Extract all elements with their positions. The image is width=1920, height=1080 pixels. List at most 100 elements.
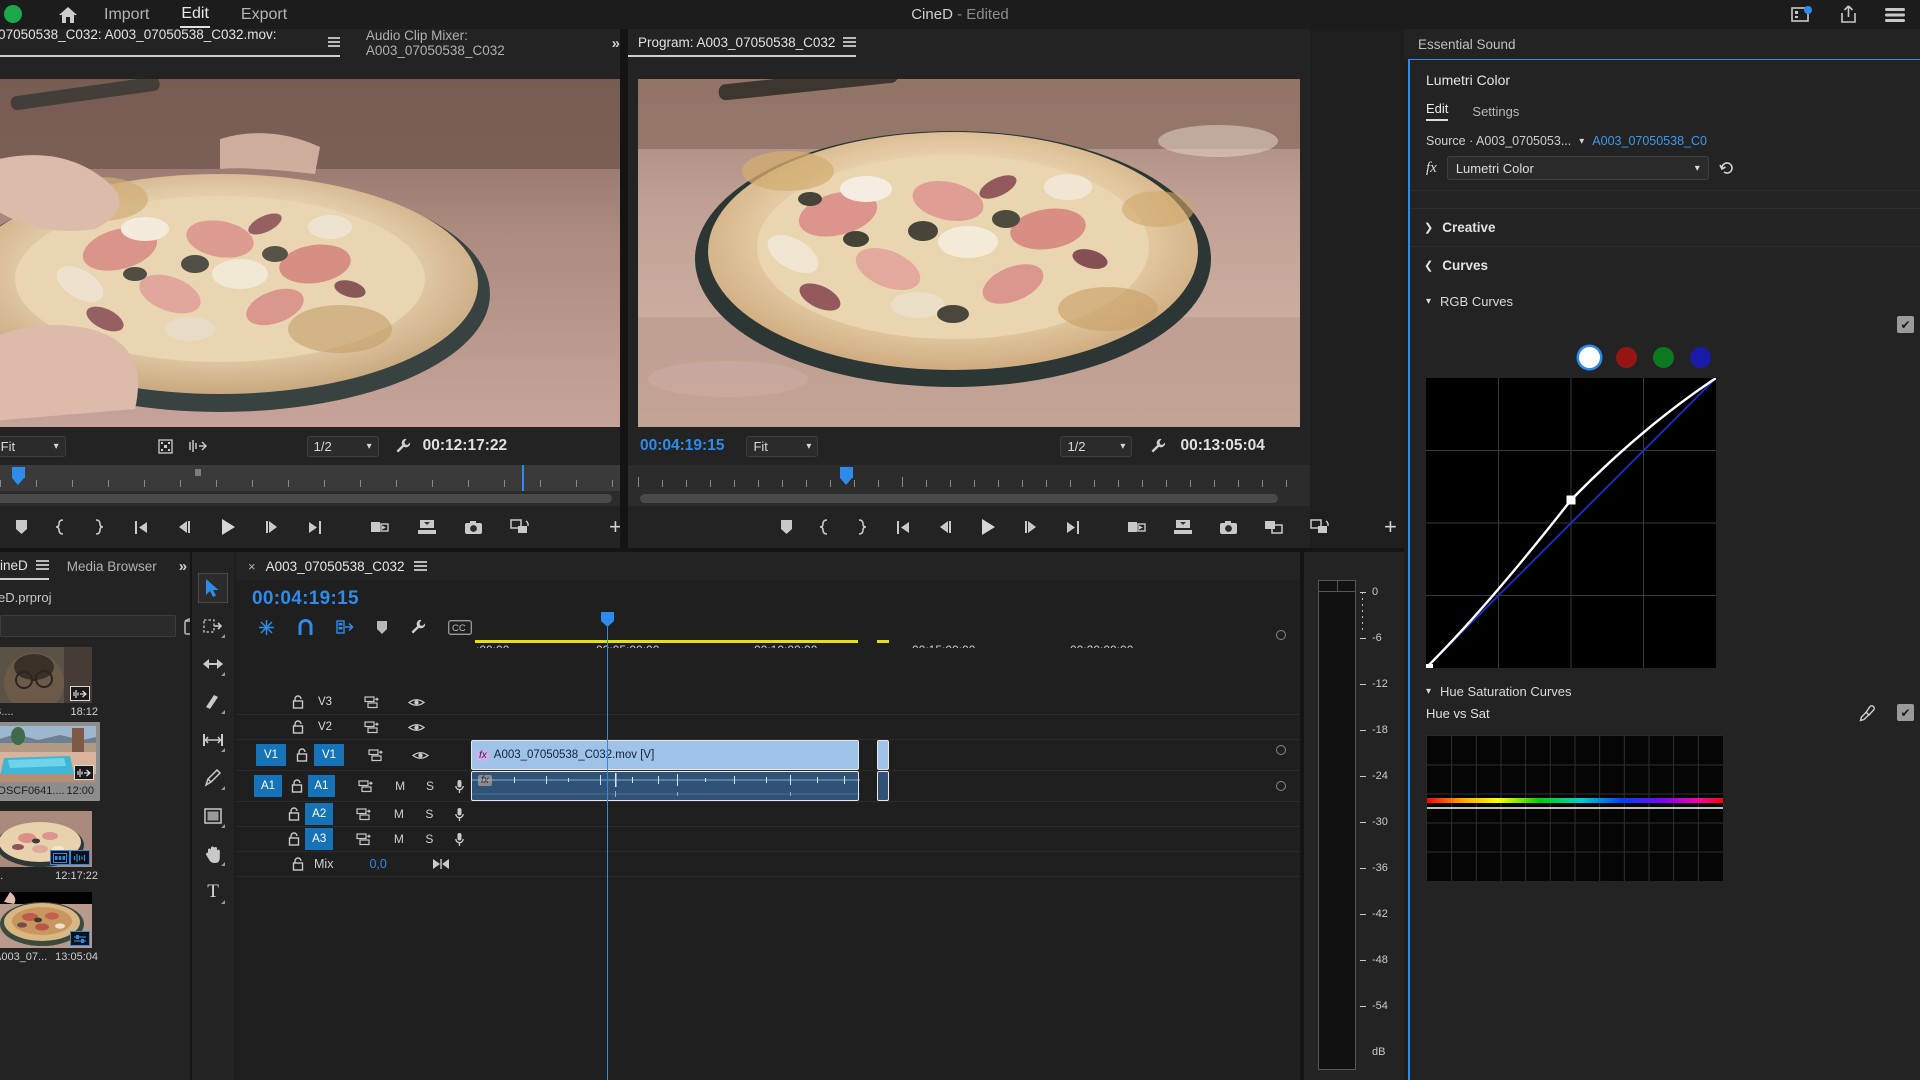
tab-source-monitor[interactable]: urce: A003_07050538_C032: A003_07050538_… xyxy=(0,29,340,57)
program-zoom-select[interactable]: Fit ▾ xyxy=(746,436,818,457)
monitor-divider[interactable] xyxy=(620,29,628,548)
lock-icon[interactable] xyxy=(283,807,305,821)
program-playhead[interactable] xyxy=(840,467,853,484)
selection-tool[interactable] xyxy=(199,574,227,602)
program-resolution-select[interactable]: 1/2 ▾ xyxy=(1060,436,1132,457)
effect-select[interactable]: Lumetri Color ▾ xyxy=(1447,156,1709,180)
drag-video-only-icon[interactable] xyxy=(158,439,173,454)
source-scrollbar[interactable] xyxy=(0,494,612,503)
play-icon[interactable] xyxy=(980,518,996,536)
eyedropper-icon[interactable] xyxy=(1859,705,1876,722)
channel-green-swatch[interactable] xyxy=(1653,347,1674,368)
source-ruler[interactable] xyxy=(0,465,620,491)
track-keyframe-toggle[interactable] xyxy=(1276,781,1286,791)
menu-item-import[interactable]: Import xyxy=(103,3,150,27)
go-to-in-icon[interactable] xyxy=(893,520,911,535)
panel-divider-horizontal[interactable] xyxy=(0,548,1404,552)
hamburger-menu-icon[interactable] xyxy=(1884,7,1906,23)
rectangle-tool[interactable] xyxy=(199,802,227,830)
lock-icon[interactable] xyxy=(283,832,305,846)
tab-edit[interactable]: Edit xyxy=(1426,101,1448,121)
track-keyframe-toggle[interactable] xyxy=(1276,630,1286,640)
eye-icon[interactable] xyxy=(404,722,428,733)
eye-icon[interactable] xyxy=(404,697,428,708)
clip-link[interactable]: A003_07050538_C0 xyxy=(1592,134,1707,148)
razor-tool[interactable] xyxy=(199,688,227,716)
search-input[interactable] xyxy=(0,615,176,637)
ripple-edit-tool[interactable] xyxy=(199,650,227,678)
rgb-curves-graph[interactable] xyxy=(1426,378,1716,668)
comparison-view-icon[interactable] xyxy=(1264,520,1284,535)
panel-menu-icon[interactable] xyxy=(36,560,49,570)
home-icon[interactable] xyxy=(55,2,81,28)
section-creative[interactable]: ❯ Creative xyxy=(1410,208,1920,246)
sync-lock-icon[interactable] xyxy=(353,833,375,846)
panel-menu-icon[interactable] xyxy=(843,37,856,47)
panel-divider-left[interactable] xyxy=(190,552,192,1080)
export-upload-icon[interactable] xyxy=(1839,5,1858,24)
timeline-clip-video-2[interactable] xyxy=(877,740,889,770)
track-row-v2[interactable]: V2 xyxy=(236,715,1304,740)
chevron-down-icon[interactable]: ▾ xyxy=(1579,136,1584,147)
track-name-v2[interactable]: V2 xyxy=(310,721,340,733)
source-duration-timecode[interactable]: 00:12:17:22 xyxy=(423,437,507,455)
go-to-in-icon[interactable] xyxy=(131,520,149,535)
track-name-a2[interactable]: A2 xyxy=(305,803,333,825)
hand-tool[interactable] xyxy=(199,840,227,868)
linked-selection-icon[interactable] xyxy=(336,619,354,635)
track-name-v1[interactable]: V1 xyxy=(314,744,344,766)
program-current-timecode[interactable]: 00:04:19:15 xyxy=(640,437,724,455)
mix-value[interactable]: 0,0 xyxy=(369,857,386,871)
microphone-icon[interactable] xyxy=(449,832,471,847)
step-back-icon[interactable] xyxy=(176,520,193,534)
tab-audio-clip-mixer[interactable]: Audio Clip Mixer: A003_07050538_C032 » xyxy=(340,29,620,57)
section-curves[interactable]: ❮ Curves xyxy=(1410,246,1920,284)
program-ruler[interactable] xyxy=(628,465,1310,491)
list-item[interactable]: A003_07... 13:05:04 xyxy=(0,892,100,963)
track-row-mix[interactable]: Mix 0,0 xyxy=(236,852,1304,877)
source-patch-v1[interactable]: V1 xyxy=(256,744,286,766)
lock-icon[interactable] xyxy=(286,720,310,734)
source-zoom-select[interactable]: Fit ▾ xyxy=(0,436,66,457)
step-forward-icon[interactable] xyxy=(263,520,280,534)
reset-icon[interactable] xyxy=(1719,160,1735,176)
source-scrollbar-zone[interactable] xyxy=(0,491,620,506)
source-video-preview[interactable] xyxy=(0,79,620,427)
solo-button[interactable]: S xyxy=(418,807,440,821)
list-item[interactable]: B.... 18:12 xyxy=(0,647,100,718)
mute-button[interactable]: M xyxy=(388,807,410,821)
timeline-playhead-handle[interactable] xyxy=(601,612,614,627)
track-keyframe-toggle[interactable] xyxy=(1276,745,1286,755)
hue-sat-enable-checkbox[interactable]: ✔ xyxy=(1897,704,1914,721)
step-forward-icon[interactable] xyxy=(1022,520,1039,534)
track-name-a3[interactable]: A3 xyxy=(305,828,333,850)
track-body-a3[interactable] xyxy=(471,827,1304,851)
track-name-a1[interactable]: A1 xyxy=(308,775,335,797)
menu-item-export[interactable]: Export xyxy=(240,3,288,27)
subsection-rgb-curves[interactable]: ▾ RGB Curves xyxy=(1410,284,1920,315)
channel-master-swatch[interactable] xyxy=(1579,347,1600,368)
track-body-a2[interactable] xyxy=(471,802,1304,826)
lock-icon[interactable] xyxy=(286,857,310,871)
type-tool[interactable]: T xyxy=(199,878,227,906)
track-body-v3[interactable] xyxy=(471,690,1304,714)
export-frame-icon[interactable] xyxy=(464,520,483,535)
panel-menu-icon[interactable] xyxy=(328,37,340,47)
settings-wrench-icon[interactable] xyxy=(1150,438,1166,454)
timeline-playhead-timecode[interactable]: 00:04:19:15 xyxy=(236,580,1304,614)
subsection-hue-saturation-curves[interactable]: ▾ Hue Saturation Curves xyxy=(1410,674,1920,705)
track-name-v3[interactable]: V3 xyxy=(310,696,340,708)
microphone-icon[interactable] xyxy=(449,807,471,822)
track-row-v3[interactable]: V3 xyxy=(236,690,1304,715)
timeline-clip-audio-2[interactable] xyxy=(877,771,889,801)
tab-essential-sound[interactable]: Essential Sound xyxy=(1404,29,1920,59)
track-body-v2[interactable] xyxy=(471,715,1304,739)
tab-settings[interactable]: Settings xyxy=(1472,104,1519,119)
source-playhead[interactable] xyxy=(12,467,25,484)
step-back-icon[interactable] xyxy=(937,520,954,534)
add-marker-icon[interactable] xyxy=(780,519,793,535)
pen-tool[interactable] xyxy=(199,764,227,792)
tab-project[interactable]: ineD xyxy=(0,552,49,580)
solo-button[interactable]: S xyxy=(419,779,441,793)
menu-item-edit[interactable]: Edit xyxy=(180,2,210,28)
